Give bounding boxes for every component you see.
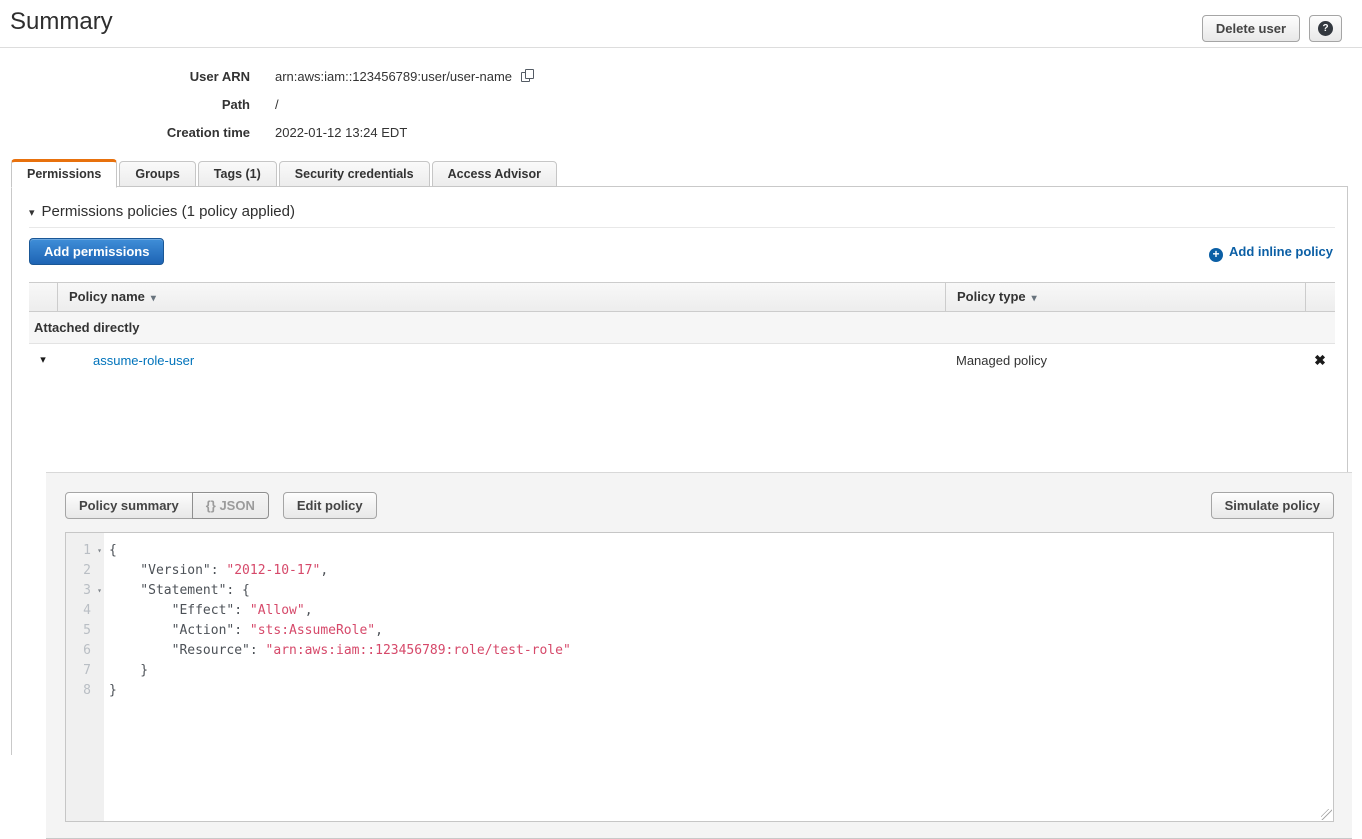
add-inline-policy-link[interactable]: + Add inline policy: [1209, 244, 1333, 262]
policy-name-column-header[interactable]: Policy name▾: [57, 283, 945, 311]
editor-code-line: {: [109, 541, 1333, 561]
policy-summary-button[interactable]: Policy summary: [65, 492, 193, 519]
editor-line-number: 5: [66, 621, 104, 641]
editor-code-line: "Version": "2012-10-17",: [109, 561, 1333, 581]
json-policy-editor[interactable]: 1▾23▾45678 { "Version": "2012-10-17", "S…: [65, 532, 1334, 822]
policy-type-column-header[interactable]: Policy type▾: [945, 283, 1305, 311]
field-row-creation-time: Creation time 2022-01-12 13:24 EDT: [0, 125, 900, 141]
creation-time-label: Creation time: [0, 125, 250, 140]
delete-user-button[interactable]: Delete user: [1202, 15, 1300, 42]
group-row-attached-directly: Attached directly: [29, 312, 1335, 344]
editor-line-number: 3▾: [66, 581, 104, 601]
expand-column-header: [29, 283, 57, 311]
section-heading-label: Permissions policies (1 policy applied): [42, 203, 295, 220]
fold-caret-icon[interactable]: ▾: [97, 581, 102, 601]
header-divider: [0, 47, 1362, 48]
tab-bar: Permissions Groups Tags (1) Security cre…: [11, 158, 559, 187]
editor-line-number: 4: [66, 601, 104, 621]
editor-line-number: 6: [66, 641, 104, 661]
policy-view-buttons: Policy summary {} JSON Edit policy: [65, 492, 377, 519]
editor-code-line: "Effect": "Allow",: [109, 601, 1333, 621]
actions-column-header: [1305, 283, 1335, 311]
editor-code-line: }: [109, 681, 1333, 701]
editor-line-number: 2: [66, 561, 104, 581]
page-title: Summary: [10, 8, 113, 36]
fold-caret-icon[interactable]: ▾: [97, 541, 102, 561]
field-row-path: Path /: [0, 97, 900, 113]
field-row-user-arn: User ARN arn:aws:iam::123456789:user/use…: [0, 69, 900, 85]
simulate-policy-button[interactable]: Simulate policy: [1211, 492, 1334, 519]
help-button[interactable]: ?: [1309, 15, 1342, 42]
policy-table-header: Policy name▾ Policy type▾: [29, 282, 1335, 312]
sort-caret-icon: ▾: [1032, 293, 1037, 304]
editor-code-line: "Resource": "arn:aws:iam::123456789:role…: [109, 641, 1333, 661]
editor-line-number: 1▾: [66, 541, 104, 561]
permissions-tab-panel: ▾ Permissions policies (1 policy applied)…: [11, 186, 1348, 755]
tab-permissions[interactable]: Permissions: [11, 159, 117, 188]
json-button[interactable]: {} JSON: [192, 492, 269, 519]
edit-policy-button[interactable]: Edit policy: [283, 492, 377, 519]
tab-groups[interactable]: Groups: [119, 161, 195, 187]
editor-line-number: 7: [66, 661, 104, 681]
tab-tags[interactable]: Tags (1): [198, 161, 277, 187]
tab-security-credentials[interactable]: Security credentials: [279, 161, 430, 187]
row-expand-caret-icon[interactable]: ▾: [29, 344, 57, 377]
editor-code-line: }: [109, 661, 1333, 681]
tab-access-advisor[interactable]: Access Advisor: [432, 161, 557, 187]
policy-table-row: ▾ assume-role-user Managed policy ✖: [29, 344, 1335, 377]
editor-line-number: 8: [66, 681, 104, 701]
user-arn-value: arn:aws:iam::123456789:user/user-name: [275, 69, 535, 84]
policy-detail-panel: Policy summary {} JSON Edit policy Simul…: [46, 472, 1352, 839]
user-arn-label: User ARN: [0, 69, 250, 84]
editor-code[interactable]: { "Version": "2012-10-17", "Statement": …: [104, 533, 1333, 701]
editor-gutter: 1▾23▾45678: [66, 533, 104, 821]
editor-resize-handle[interactable]: [1321, 809, 1332, 820]
section-divider: [29, 227, 1335, 228]
add-inline-policy-label: Add inline policy: [1229, 244, 1333, 259]
editor-code-line: "Action": "sts:AssumeRole",: [109, 621, 1333, 641]
plus-icon: +: [1209, 248, 1223, 262]
sort-caret-icon: ▾: [151, 293, 156, 304]
help-icon: ?: [1318, 21, 1333, 36]
permissions-policies-section-toggle[interactable]: ▾ Permissions policies (1 policy applied): [29, 203, 295, 220]
path-value: /: [275, 97, 279, 112]
policy-name-link[interactable]: assume-role-user: [57, 344, 945, 377]
path-label: Path: [0, 97, 250, 112]
policy-type-value: Managed policy: [945, 344, 1305, 377]
header-actions: Delete user ?: [1202, 15, 1342, 42]
creation-time-value: 2022-01-12 13:24 EDT: [275, 125, 407, 140]
copy-icon[interactable]: [521, 69, 535, 83]
remove-policy-icon[interactable]: ✖: [1305, 344, 1335, 377]
add-permissions-button[interactable]: Add permissions: [29, 238, 164, 265]
section-collapse-caret-icon: ▾: [29, 207, 35, 219]
policy-table: Policy name▾ Policy type▾ Attached direc…: [29, 282, 1335, 377]
editor-code-line: "Statement": {: [109, 581, 1333, 601]
